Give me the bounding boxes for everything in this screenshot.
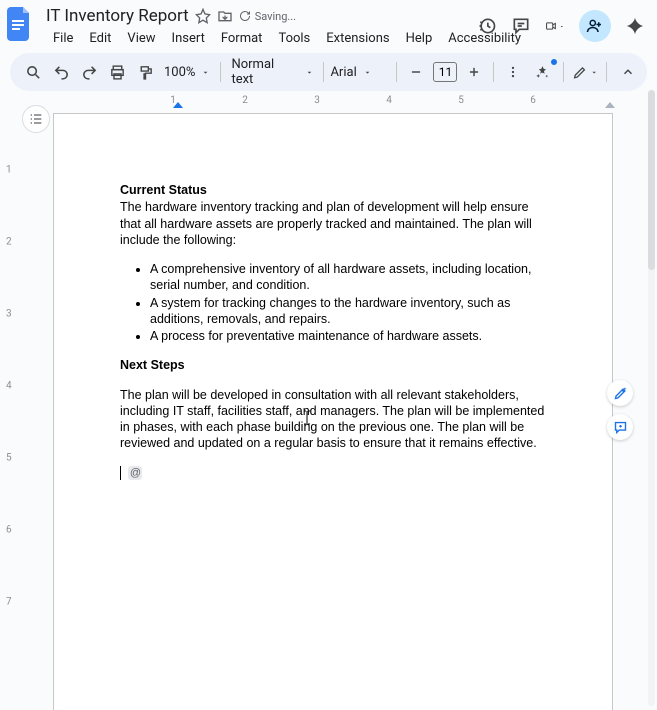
increase-font-icon[interactable] [461,59,487,85]
heading-next-steps[interactable]: Next Steps [120,357,546,373]
insertion-point-line[interactable]: @ [120,465,546,481]
font-size-input[interactable]: 11 [433,62,457,82]
ruler-tick: 5 [458,95,464,106]
font-size-group: 11 [403,59,487,85]
left-indent-marker[interactable] [173,102,183,108]
gemini-icon[interactable] [625,16,645,36]
i-beam-cursor-icon [303,410,311,425]
add-comment-button[interactable] [607,414,633,440]
paint-format-icon[interactable] [132,59,158,85]
comments-icon[interactable] [511,16,531,36]
list-item[interactable]: A system for tracking changes to the har… [150,295,546,328]
page[interactable]: Current Status The hardware inventory tr… [53,113,613,710]
docs-logo[interactable] [6,6,34,42]
bullet-list[interactable]: A comprehensive inventory of all hardwar… [120,261,546,344]
undo-icon[interactable] [48,59,74,85]
paragraph[interactable]: The plan will be developed in consultati… [120,387,546,452]
ruler-tick: 3 [314,95,320,106]
top-right-actions [477,10,645,42]
scrollbar-thumb[interactable] [648,90,655,270]
text-cursor [120,466,121,480]
paragraph-style-select[interactable]: Normal text [227,57,317,87]
save-status-text: Saving... [255,10,296,23]
editing-mode-icon[interactable] [572,59,598,85]
print-icon[interactable] [104,59,130,85]
paragraph-style-value: Normal text [231,57,298,87]
new-feature-dot [551,59,557,65]
search-menus-icon[interactable] [20,59,46,85]
share-button[interactable] [579,10,611,42]
menu-file[interactable]: File [46,28,80,49]
font-family-select[interactable]: Arial [330,65,390,80]
document-title[interactable]: IT Inventory Report [46,6,189,26]
vertical-scrollbar[interactable] [648,90,655,706]
toolbar: 100% Normal text Arial 11 [10,53,647,91]
side-tools [607,380,633,440]
horizontal-ruler[interactable]: 1 2 3 4 5 6 [0,95,657,110]
zoom-value: 100% [164,65,195,80]
ai-write-button[interactable] [607,380,633,406]
document-area[interactable]: Current Status The hardware inventory tr… [0,110,657,710]
history-icon[interactable] [477,16,497,36]
list-item[interactable]: A comprehensive inventory of all hardwar… [150,261,546,294]
menu-extensions[interactable]: Extensions [319,28,396,49]
font-family-value: Arial [330,65,356,80]
collapse-toolbar-icon[interactable] [615,59,641,85]
ruler-tick: 4 [386,95,392,106]
at-mention-chip[interactable]: @ [128,466,142,480]
star-icon[interactable] [195,8,211,24]
zoom-select[interactable]: 100% [160,65,214,80]
save-status: Saving... [239,10,296,23]
menu-insert[interactable]: Insert [165,28,212,49]
app: IT Inventory Report Saving... [0,0,657,710]
dictate-icon[interactable] [529,59,555,85]
menu-edit[interactable]: Edit [82,28,118,49]
heading-current-status[interactable]: Current Status [120,182,546,198]
paragraph[interactable]: The hardware inventory tracking and plan… [120,199,546,248]
menu-view[interactable]: View [120,28,162,49]
menu-tools[interactable]: Tools [271,28,317,49]
meet-icon[interactable] [545,16,565,36]
ruler-tick: 6 [530,95,536,106]
redo-icon[interactable] [76,59,102,85]
list-item[interactable]: A process for preventative maintenance o… [150,328,546,344]
menu-help[interactable]: Help [399,28,440,49]
move-icon[interactable] [217,8,233,24]
more-tools-icon[interactable] [500,59,526,85]
menu-format[interactable]: Format [214,28,270,49]
show-outline-button[interactable] [22,105,50,133]
right-indent-marker[interactable] [605,102,615,108]
ruler-tick: 2 [242,95,248,106]
decrease-font-icon[interactable] [403,59,429,85]
